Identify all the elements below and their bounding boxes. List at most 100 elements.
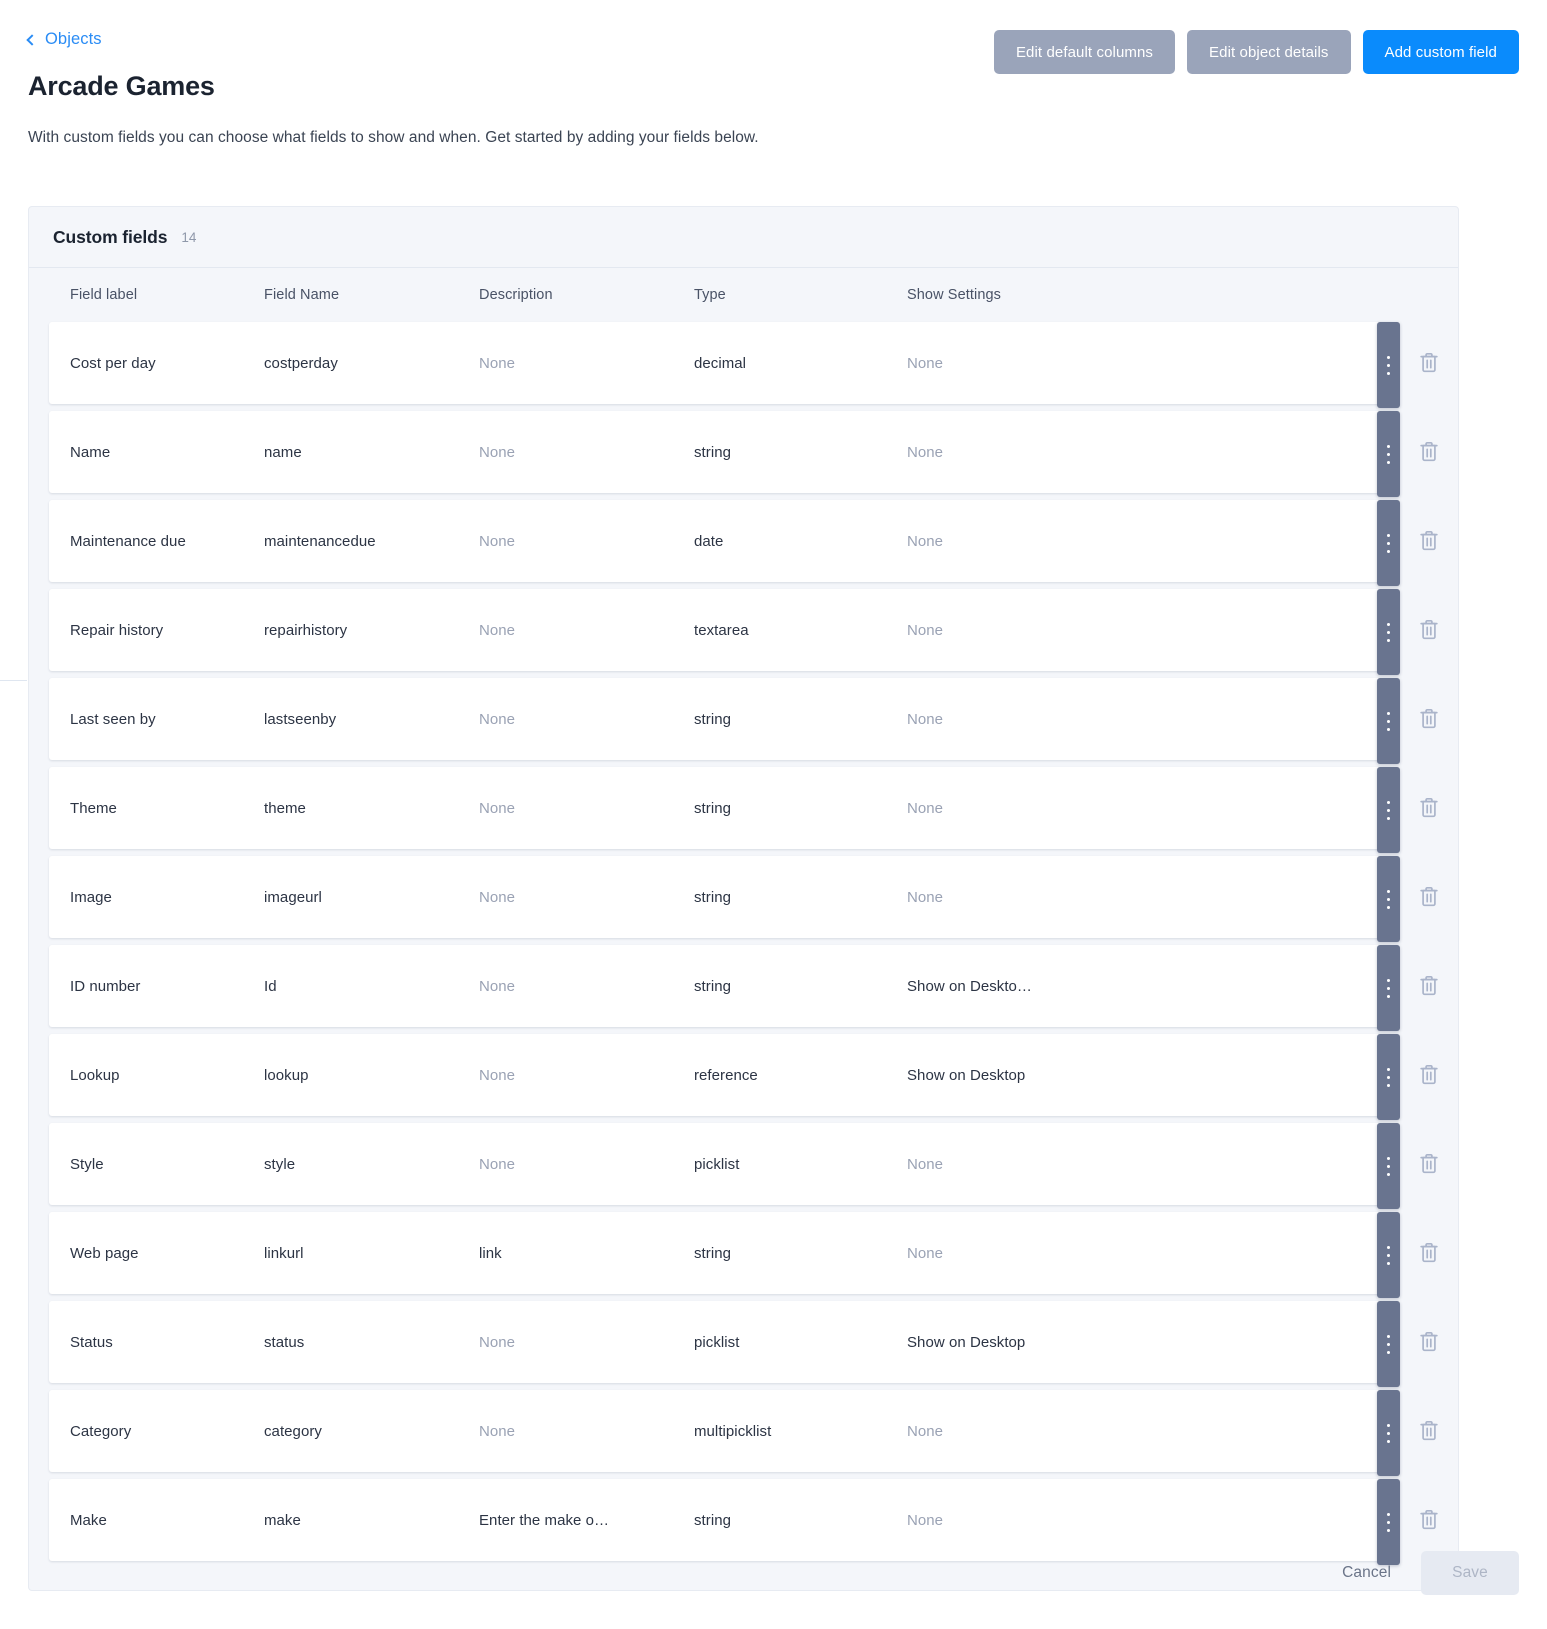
trash-icon[interactable] <box>1412 1058 1446 1092</box>
cell-description: None <box>479 977 516 995</box>
drag-handle-icon[interactable] <box>1377 1390 1400 1476</box>
cell-type: string <box>694 443 731 461</box>
trash-icon[interactable] <box>1412 346 1446 380</box>
cell-field-name: category <box>264 1422 322 1440</box>
drag-handle-icon[interactable] <box>1377 322 1400 408</box>
cell-field-name: lastseenby <box>264 710 337 728</box>
custom-field-row[interactable]: Last seen by lastseenby None string None <box>49 678 1393 760</box>
edit-object-details-button[interactable]: Edit object details <box>1187 30 1351 74</box>
cell-field-name: make <box>264 1511 301 1529</box>
cell-description: Enter the make o… <box>479 1511 610 1529</box>
custom-field-row[interactable]: ID number Id None string Show on Deskto… <box>49 945 1393 1027</box>
custom-field-row[interactable]: Theme theme None string None <box>49 767 1393 849</box>
cell-description: None <box>479 799 516 817</box>
cell-field-name: status <box>264 1333 305 1351</box>
cell-field-label: Repair history <box>70 621 164 639</box>
custom-field-row[interactable]: Image imageurl None string None <box>49 856 1393 938</box>
column-header-show-settings: Show Settings <box>907 287 1001 303</box>
drag-handle-icon[interactable] <box>1377 1123 1400 1209</box>
edit-default-columns-button[interactable]: Edit default columns <box>993 30 1176 74</box>
drag-handle-icon[interactable] <box>1377 1212 1400 1298</box>
drag-handle-icon[interactable] <box>1377 589 1400 675</box>
drag-handle-icon[interactable] <box>1377 945 1400 1031</box>
cell-field-label: Maintenance due <box>70 532 186 550</box>
custom-field-row[interactable]: Cost per day costperday None decimal None <box>49 322 1393 404</box>
cell-show-settings: Show on Desktop <box>907 1333 1026 1351</box>
custom-fields-list: Cost per day costperday None decimal None Na… <box>29 322 1458 1590</box>
trash-icon[interactable] <box>1412 791 1446 825</box>
custom-field-row[interactable]: Lookup lookup None reference Show on Desktop <box>49 1034 1393 1116</box>
drag-handle-icon[interactable] <box>1377 1301 1400 1387</box>
custom-field-row[interactable]: Maintenance due maintenancedue None date Non… <box>49 500 1393 582</box>
page-subtitle: With custom fields you can choose what f… <box>28 129 759 146</box>
cell-description: None <box>479 1155 516 1173</box>
cell-description: None <box>479 443 516 461</box>
custom-field-row[interactable]: Name name None string None <box>49 411 1393 493</box>
trash-icon[interactable] <box>1412 435 1446 469</box>
cell-type: string <box>694 1244 731 1262</box>
cell-type: string <box>694 977 731 995</box>
trash-icon[interactable] <box>1412 702 1446 736</box>
trash-icon[interactable] <box>1412 880 1446 914</box>
cell-field-name: lookup <box>264 1066 309 1084</box>
custom-field-row[interactable]: Status status None picklist Show on Desktop <box>49 1301 1393 1383</box>
drag-handle-icon[interactable] <box>1377 411 1400 497</box>
cell-show-settings: Show on Desktop <box>907 1066 1026 1084</box>
table-row: Style style None picklist None <box>49 1123 1458 1209</box>
drag-handle-icon[interactable] <box>1377 678 1400 764</box>
save-button[interactable]: Save <box>1421 1551 1519 1595</box>
drag-handle-icon[interactable] <box>1377 767 1400 853</box>
table-row: Name name None string None <box>49 411 1458 497</box>
cell-type: date <box>694 532 724 550</box>
trash-icon[interactable] <box>1412 613 1446 647</box>
breadcrumb-objects-link[interactable]: Objects <box>26 30 102 49</box>
trash-icon[interactable] <box>1412 524 1446 558</box>
cell-field-name: Id <box>264 977 277 995</box>
trash-icon[interactable] <box>1412 1325 1446 1359</box>
table-row: ID number Id None string Show on Deskto… <box>49 945 1458 1031</box>
add-custom-field-button[interactable]: Add custom field <box>1362 30 1519 74</box>
chevron-left-icon <box>26 34 38 46</box>
table-row: Maintenance due maintenancedue None date Non… <box>49 500 1458 586</box>
trash-icon[interactable] <box>1412 1503 1446 1537</box>
custom-field-row[interactable]: Style style None picklist None <box>49 1123 1393 1205</box>
custom-field-row[interactable]: Category category None multipicklist None <box>49 1390 1393 1472</box>
trash-icon[interactable] <box>1412 1414 1446 1448</box>
cell-description: None <box>479 1066 516 1084</box>
trash-icon[interactable] <box>1412 1147 1446 1181</box>
cell-field-label: Cost per day <box>70 354 156 372</box>
cell-show-settings: None <box>907 1155 944 1173</box>
drag-handle-icon[interactable] <box>1377 500 1400 586</box>
table-row: Theme theme None string None <box>49 767 1458 853</box>
cell-type: string <box>694 710 731 728</box>
cell-show-settings: None <box>907 1511 944 1529</box>
column-header-field-label: Field label <box>70 287 138 303</box>
cell-description: None <box>479 888 516 906</box>
cell-field-label: ID number <box>70 977 141 995</box>
cell-show-settings: None <box>907 532 944 550</box>
breadcrumb-label: Objects <box>45 30 102 48</box>
drag-handle-icon[interactable] <box>1377 1034 1400 1120</box>
cancel-button[interactable]: Cancel <box>1332 1551 1401 1595</box>
custom-field-row[interactable]: Make make Enter the make o… string None <box>49 1479 1393 1561</box>
table-row: Image imageurl None string None <box>49 856 1458 942</box>
custom-fields-count: 14 <box>181 229 197 245</box>
cell-description: None <box>479 1422 516 1440</box>
cell-description: None <box>479 354 516 372</box>
trash-icon[interactable] <box>1412 969 1446 1003</box>
cell-show-settings: None <box>907 710 944 728</box>
cell-type: string <box>694 799 731 817</box>
column-header-description: Description <box>479 287 553 303</box>
custom-fields-card: Custom fields 14 Field label Field Name … <box>28 206 1459 1591</box>
column-header-type: Type <box>694 287 726 303</box>
custom-fields-page: Objects Arcade Games With custom fields … <box>0 0 1547 1629</box>
cell-description: None <box>479 710 516 728</box>
cell-description: link <box>479 1244 502 1262</box>
trash-icon[interactable] <box>1412 1236 1446 1270</box>
custom-field-row[interactable]: Repair history repairhistory None textarea N… <box>49 589 1393 671</box>
drag-handle-icon[interactable] <box>1377 856 1400 942</box>
header-actions: Edit default columns Edit object details… <box>993 30 1519 74</box>
custom-field-row[interactable]: Web page linkurl link string None <box>49 1212 1393 1294</box>
cell-type: decimal <box>694 354 747 372</box>
cell-field-label: Name <box>70 443 111 461</box>
